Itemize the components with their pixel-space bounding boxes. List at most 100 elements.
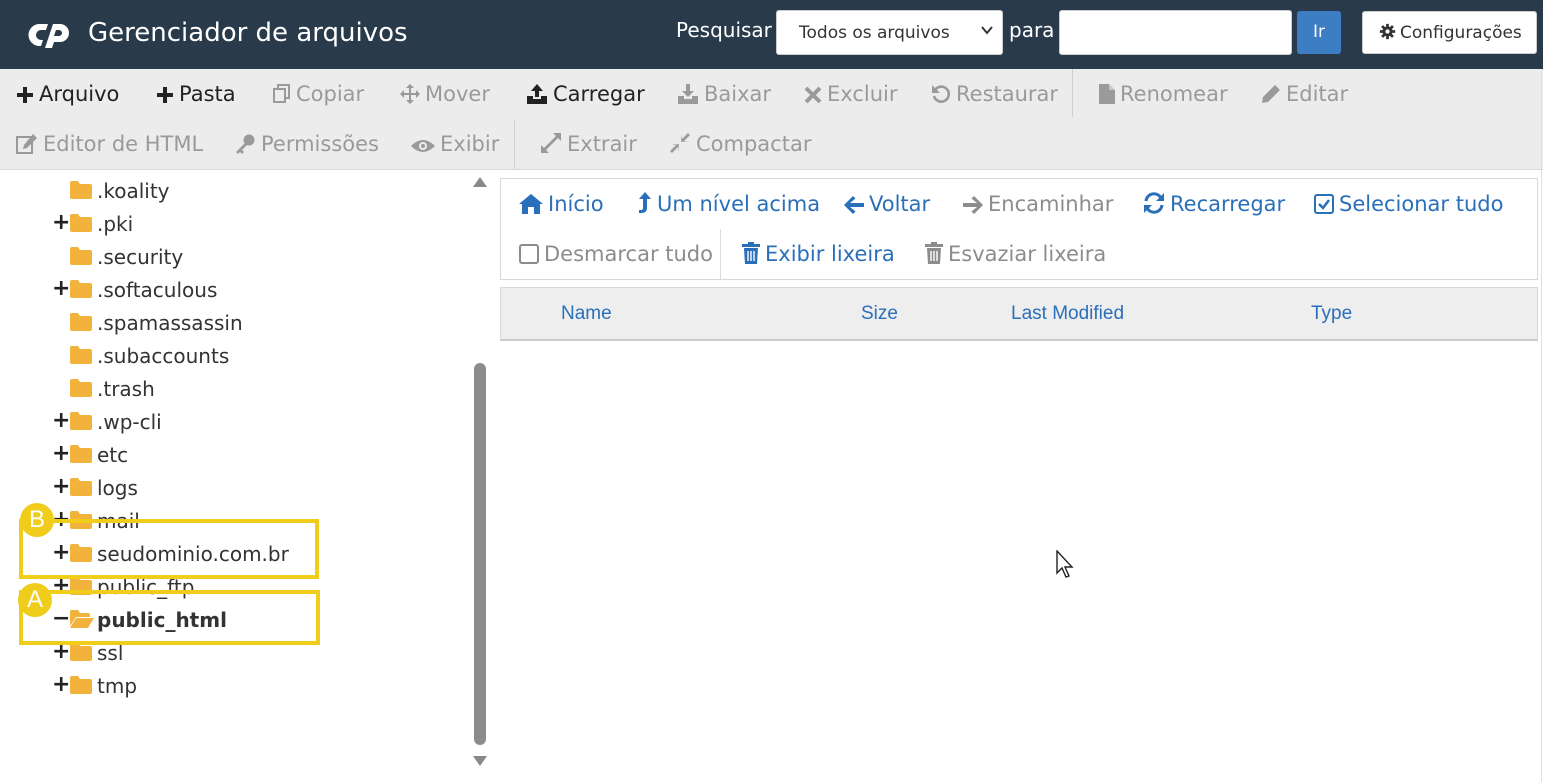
download-button[interactable]: Baixar — [677, 82, 771, 106]
folder-icon — [70, 478, 92, 496]
deselect-all-button[interactable]: Desmarcar tudo — [519, 242, 713, 266]
home-label: Início — [548, 192, 604, 216]
reload-button[interactable]: Recarregar — [1143, 192, 1285, 216]
tree-expander[interactable]: + — [52, 672, 70, 697]
settings-button[interactable]: Configurações — [1362, 11, 1537, 54]
tree-item-label: .trash — [97, 377, 155, 401]
new-file-label: Arquivo — [39, 82, 120, 106]
level-up-icon — [639, 192, 651, 213]
scroll-up-arrow-icon[interactable] — [473, 177, 487, 187]
tree-item-label: etc — [97, 443, 129, 467]
rename-label: Renomear — [1120, 82, 1228, 106]
new-file-button[interactable]: Arquivo — [16, 82, 119, 106]
compress-button[interactable]: Compactar — [669, 132, 811, 156]
upload-label: Carregar — [553, 82, 645, 106]
folder-icon — [70, 313, 92, 331]
folder-icon — [70, 379, 92, 397]
tree-item-label: tmp — [97, 674, 138, 698]
navigation-bar: Início Um nível acima Voltar Encaminhar … — [500, 178, 1538, 280]
panel-edge — [1541, 69, 1542, 782]
restore-button[interactable]: Restaurar — [931, 82, 1058, 106]
html-editor-button[interactable]: Editor de HTML — [16, 132, 203, 156]
folder-icon — [70, 445, 92, 463]
folder-icon — [70, 214, 92, 232]
forward-button[interactable]: Encaminhar — [963, 192, 1113, 216]
permissions-button[interactable]: Permissões — [234, 132, 379, 156]
restore-label: Restaurar — [956, 82, 1059, 106]
arrow-right-icon — [963, 196, 983, 214]
move-button[interactable]: Mover — [400, 82, 490, 106]
deselect-all-label: Desmarcar tudo — [544, 242, 713, 266]
folder-icon — [70, 181, 92, 199]
tree-expander[interactable]: + — [52, 276, 70, 301]
highlight-box-a — [19, 590, 320, 645]
delete-label: Excluir — [827, 82, 898, 106]
up-one-level-label: Um nível acima — [657, 192, 821, 216]
checkbox-empty-icon — [519, 244, 539, 264]
edit-label: Editar — [1286, 82, 1349, 106]
search-input[interactable] — [1059, 10, 1292, 55]
tree-expander[interactable]: + — [52, 210, 70, 235]
view-trash-label: Exibir lixeira — [765, 242, 895, 266]
tree-expander[interactable]: + — [52, 441, 70, 466]
new-folder-label: Pasta — [179, 82, 236, 106]
para-label: para — [1009, 18, 1055, 42]
column-size[interactable]: Size — [861, 303, 898, 325]
expand-icon — [541, 133, 561, 153]
chevron-down-icon — [981, 26, 993, 35]
tree-item-label: logs — [97, 476, 138, 500]
copy-icon — [273, 84, 290, 103]
view-label: Exibir — [440, 132, 500, 156]
extract-label: Extrair — [567, 132, 637, 156]
column-type[interactable]: Type — [1311, 303, 1352, 325]
nav-divider — [720, 229, 721, 279]
plus-icon — [17, 87, 33, 103]
folder-icon — [70, 247, 92, 265]
toolbar-divider — [1072, 69, 1073, 117]
up-one-level-button[interactable]: Um nível acima — [638, 192, 820, 216]
copy-button[interactable]: Copiar — [273, 82, 364, 106]
download-icon — [678, 84, 698, 104]
folder-icon — [70, 676, 92, 694]
arrow-left-icon — [844, 196, 864, 214]
scroll-thumb[interactable] — [474, 363, 486, 745]
move-arrows-icon — [400, 84, 420, 104]
tree-expander[interactable]: + — [52, 474, 70, 499]
move-label: Mover — [425, 82, 490, 106]
reload-label: Recarregar — [1170, 192, 1286, 216]
delete-button[interactable]: Excluir — [804, 82, 898, 106]
column-name[interactable]: Name — [561, 303, 612, 325]
upload-icon — [527, 84, 547, 104]
empty-trash-button[interactable]: Esvaziar lixeira — [925, 242, 1106, 266]
home-button[interactable]: Início — [519, 192, 604, 216]
edit-button[interactable]: Editar — [1261, 82, 1348, 106]
back-label: Voltar — [869, 192, 931, 216]
highlight-box-b — [19, 519, 319, 579]
home-icon — [519, 194, 543, 214]
tree-item-label: .wp-cli — [97, 410, 162, 434]
download-label: Baixar — [704, 82, 772, 106]
app-title: Gerenciador de arquivos — [88, 18, 408, 48]
trash-icon — [742, 242, 760, 264]
rename-button[interactable]: Renomear — [1099, 82, 1228, 106]
upload-button[interactable]: Carregar — [526, 82, 645, 106]
tree-expander[interactable]: + — [52, 408, 70, 433]
copy-label: Copiar — [296, 82, 365, 106]
select-all-button[interactable]: Selecionar tudo — [1314, 192, 1503, 216]
toolbar-divider — [514, 119, 515, 169]
compress-icon — [670, 133, 690, 153]
html-editor-label: Editor de HTML — [43, 132, 204, 156]
new-folder-button[interactable]: Pasta — [156, 82, 236, 106]
tree-item-label: .pki — [97, 212, 134, 236]
search-scope-select[interactable]: Todos os arquivos — [776, 10, 1003, 55]
folder-icon — [70, 412, 92, 430]
view-button[interactable]: Exibir — [411, 132, 499, 156]
scroll-down-arrow-icon[interactable] — [473, 756, 487, 766]
undo-icon — [932, 85, 950, 103]
view-trash-button[interactable]: Exibir lixeira — [742, 242, 895, 266]
extract-button[interactable]: Extrair — [540, 132, 637, 156]
go-button[interactable]: Ir — [1297, 11, 1341, 54]
back-button[interactable]: Voltar — [844, 192, 930, 216]
column-last-modified[interactable]: Last Modified — [1011, 303, 1124, 325]
folder-icon — [70, 643, 92, 661]
